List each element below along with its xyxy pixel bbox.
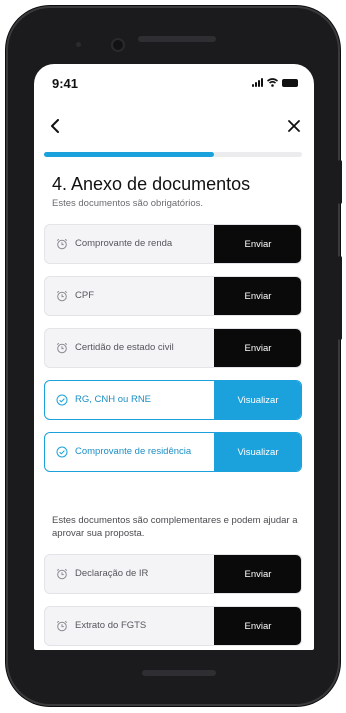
send-button[interactable]: Enviar — [214, 607, 301, 645]
document-label: CPF — [75, 290, 94, 301]
chevron-left-icon — [51, 119, 59, 133]
speaker — [138, 36, 216, 42]
view-button[interactable]: Visualizar — [214, 381, 301, 419]
status-icons — [252, 78, 298, 87]
power-button — [338, 256, 342, 340]
send-button[interactable]: Enviar — [214, 277, 301, 315]
progress-fill — [44, 152, 215, 157]
volume-button — [338, 160, 342, 204]
document-item-extrato-do-fgts: Extrato do FGTS Enviar — [44, 606, 302, 646]
send-button[interactable]: Enviar — [214, 225, 301, 263]
document-item-declaracao-de-ir: Declaração de IR Enviar — [44, 554, 302, 594]
alarm-clock-icon — [56, 568, 68, 580]
alarm-clock-icon — [56, 238, 68, 250]
document-item-comprovante-de-renda: Comprovante de renda Enviar — [44, 224, 302, 264]
close-icon — [288, 120, 300, 132]
document-label: Certidão de estado civil — [75, 342, 174, 353]
view-button[interactable]: Visualizar — [214, 433, 301, 471]
document-label: RG, CNH ou RNE — [75, 394, 152, 405]
front-camera — [113, 40, 123, 50]
alarm-clock-icon — [56, 620, 68, 632]
close-button[interactable] — [288, 116, 300, 136]
complementary-text: Estes documentos são complementares e po… — [52, 515, 298, 539]
send-button[interactable]: Enviar — [214, 555, 301, 593]
home-indicator — [142, 670, 216, 676]
signal-icon — [252, 78, 263, 87]
document-label: Comprovante de residência — [75, 446, 192, 457]
document-label: Comprovante de renda — [75, 238, 173, 249]
page-subtitle: Estes documentos são obrigatórios. — [52, 198, 204, 209]
page-title: 4. Anexo de documentos — [52, 174, 251, 194]
document-label: Extrato do FGTS — [75, 620, 147, 631]
document-item-comprovante-de-residencia: Comprovante de residência Visualizar — [44, 432, 302, 472]
status-time: 9:41 — [52, 76, 79, 91]
document-item-rg-cnh-rne: RG, CNH ou RNE Visualizar — [44, 380, 302, 420]
send-button[interactable]: Enviar — [214, 329, 301, 367]
alarm-clock-icon — [56, 342, 68, 354]
alarm-clock-icon — [56, 290, 68, 302]
status-bar: 9:41 — [34, 64, 314, 104]
check-circle-icon — [56, 446, 68, 458]
document-label: Declaração de IR — [75, 568, 149, 579]
document-item-cpf: CPF Enviar — [44, 276, 302, 316]
document-item-certidao-estado-civil: Certidão de estado civil Enviar — [44, 328, 302, 368]
check-circle-icon — [56, 394, 68, 406]
app-screen: 9:41 4. Anexo de documentos Estes docume… — [34, 64, 314, 650]
wifi-icon — [267, 78, 278, 87]
sensor — [76, 42, 81, 47]
progress-bar — [44, 152, 302, 157]
battery-icon — [282, 79, 298, 87]
back-button[interactable] — [50, 118, 60, 136]
